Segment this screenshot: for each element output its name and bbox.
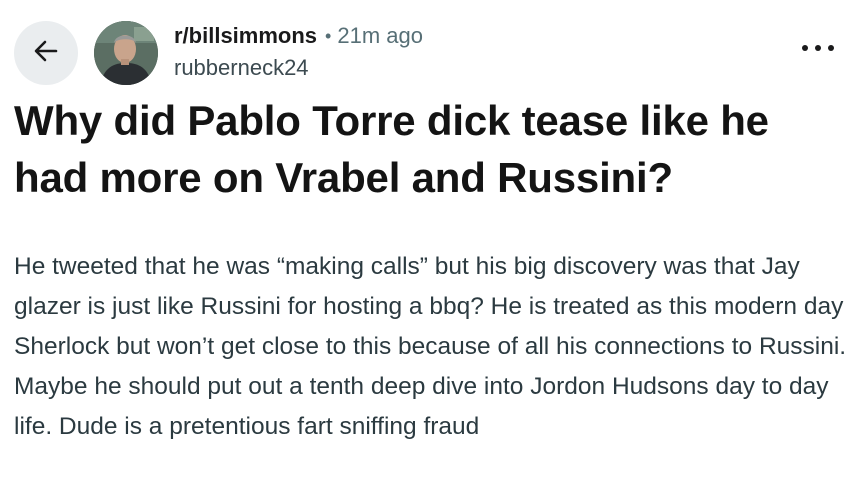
author-username[interactable]: rubberneck24 — [174, 54, 423, 82]
post-body: He tweeted that he was “making calls” bu… — [14, 253, 847, 440]
more-horizontal-icon — [828, 45, 834, 51]
more-horizontal-icon — [802, 45, 808, 51]
post-title: Why did Pablo Torre dick tease like he h… — [14, 97, 769, 201]
post-meta: r/billsimmons • 21m ago rubberneck24 — [174, 22, 423, 82]
post-detail-page: r/billsimmons • 21m ago rubberneck24 Why… — [0, 0, 864, 502]
back-button[interactable] — [14, 21, 78, 85]
subreddit-link[interactable]: r/billsimmons — [174, 22, 317, 50]
avatar[interactable] — [94, 21, 158, 85]
arrow-left-icon — [32, 37, 60, 70]
post-time: 21m ago — [337, 23, 423, 48]
meta-line: r/billsimmons • 21m ago — [174, 22, 423, 50]
more-options-button[interactable] — [802, 40, 834, 56]
separator-dot: • — [325, 26, 332, 46]
avatar-image — [94, 21, 158, 85]
more-horizontal-icon — [815, 45, 821, 51]
